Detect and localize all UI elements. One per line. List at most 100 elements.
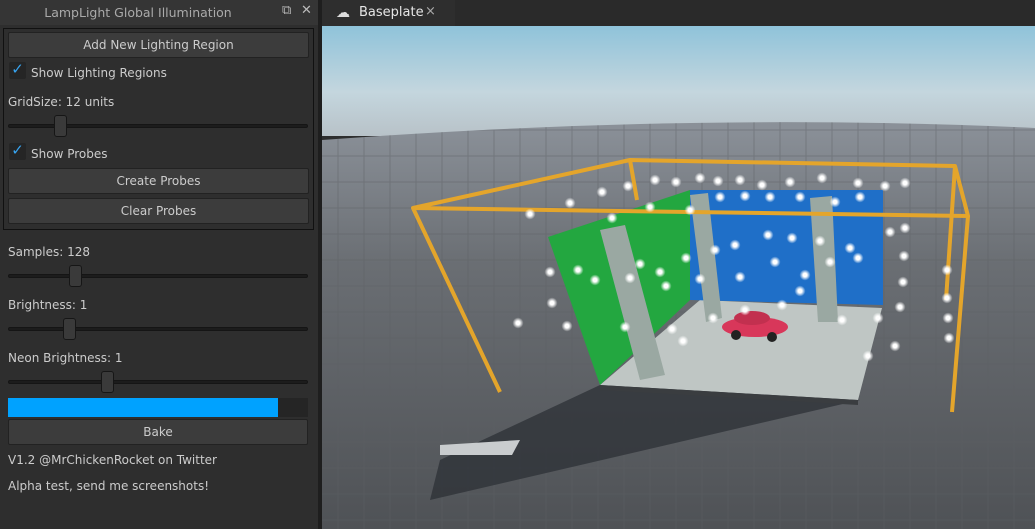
probe-dot: [734, 271, 746, 283]
gridsize-label: GridSize: 12 units: [8, 95, 115, 109]
probe-dot: [644, 201, 656, 213]
probe-dot: [879, 180, 891, 192]
samples-label: Samples: 128: [8, 245, 91, 259]
bake-button[interactable]: Bake: [8, 419, 308, 445]
add-lighting-region-button[interactable]: Add New Lighting Region: [8, 32, 309, 58]
probe-dot: [899, 222, 911, 234]
gridsize-slider[interactable]: [8, 115, 308, 137]
probe-dot: [712, 175, 724, 187]
slider-thumb[interactable]: [62, 318, 76, 340]
probe-dot: [606, 212, 618, 224]
probe-dot: [784, 176, 796, 188]
probe-dot: [814, 235, 826, 247]
progress-fill: [8, 398, 278, 417]
probe-dot: [941, 264, 953, 276]
close-icon[interactable]: ✕: [301, 3, 312, 18]
probe-dot: [707, 312, 719, 324]
probe-dot: [862, 350, 874, 362]
probe-dot: [769, 256, 781, 268]
probe-dot: [677, 335, 689, 347]
probe-dot: [544, 266, 556, 278]
probe-dot: [634, 258, 646, 270]
probe-dot: [739, 190, 751, 202]
probe-dot: [572, 264, 584, 276]
probe-dot: [524, 208, 536, 220]
show-probes-label: Show Probes: [31, 147, 108, 161]
samples-slider[interactable]: [8, 265, 308, 287]
probe-dot: [670, 176, 682, 188]
probe-dot: [799, 269, 811, 281]
probe-dot: [894, 301, 906, 313]
brightness-slider[interactable]: [8, 318, 308, 340]
cloud-icon: ☁: [336, 5, 350, 21]
probe-dot: [654, 266, 666, 278]
probe-dot: [709, 244, 721, 256]
probe-dot: [794, 285, 806, 297]
probe-dot: [714, 191, 726, 203]
create-probes-button[interactable]: Create Probes: [8, 168, 309, 194]
tab-bar: ☁ Baseplate ×: [322, 0, 1035, 26]
probe-dot: [619, 321, 631, 333]
probe-dot: [776, 299, 788, 311]
show-lighting-regions-checkbox[interactable]: ✓: [9, 62, 26, 79]
neon-brightness-label: Neon Brightness: 1: [8, 351, 123, 365]
sky: [322, 26, 1035, 136]
probe-dot: [852, 252, 864, 264]
probe-dot: [794, 191, 806, 203]
probe-dot: [734, 174, 746, 186]
probe-dot: [836, 314, 848, 326]
probe-dot: [943, 332, 955, 344]
bake-progress-bar: [8, 398, 308, 417]
probe-dot: [694, 172, 706, 184]
probe-dot: [756, 179, 768, 191]
probe-dot: [624, 272, 636, 284]
probe-dot: [889, 340, 901, 352]
tab-label: Baseplate: [359, 5, 424, 20]
probe-dot: [844, 242, 856, 254]
3d-viewport[interactable]: [322, 26, 1035, 529]
probe-dot: [941, 292, 953, 304]
panel-titlebar: LampLight Global Illumination ⧉ ✕: [0, 0, 318, 25]
probe-dot: [739, 304, 751, 316]
probe-dot: [660, 280, 672, 292]
probe-dot: [561, 320, 573, 332]
probe-dot: [899, 177, 911, 189]
probe-dot: [942, 312, 954, 324]
probe-dot: [829, 196, 841, 208]
probe-dot: [898, 250, 910, 262]
probe-dot: [786, 232, 798, 244]
probe-dot: [512, 317, 524, 329]
probe-dot: [854, 191, 866, 203]
probe-dot: [729, 239, 741, 251]
probe-dot: [564, 197, 576, 209]
slider-thumb[interactable]: [53, 115, 67, 137]
probe-dot: [666, 323, 678, 335]
probe-dot: [762, 229, 774, 241]
lamplight-plugin-panel: LampLight Global Illumination ⧉ ✕ Add Ne…: [0, 0, 318, 529]
show-probes-checkbox[interactable]: ✓: [9, 143, 26, 160]
probe-dot: [622, 180, 634, 192]
tab-close-icon[interactable]: ×: [425, 4, 436, 19]
region-group: Add New Lighting Region ✓ Show Lighting …: [3, 28, 314, 230]
neon-brightness-slider[interactable]: [8, 371, 308, 393]
probe-dot: [546, 297, 558, 309]
probe-dot: [649, 174, 661, 186]
undock-icon[interactable]: ⧉: [282, 3, 291, 18]
version-text: V1.2 @MrChickenRocket on Twitter: [8, 453, 217, 467]
clear-probes-button[interactable]: Clear Probes: [8, 198, 309, 224]
probe-dot: [852, 177, 864, 189]
probe-dot: [872, 312, 884, 324]
slider-thumb[interactable]: [68, 265, 82, 287]
probe-dot: [824, 256, 836, 268]
probe-dot: [816, 172, 828, 184]
panel-title: LampLight Global Illumination: [44, 5, 232, 20]
slider-thumb[interactable]: [101, 371, 115, 393]
brightness-label: Brightness: 1: [8, 298, 88, 312]
probe-dot: [897, 276, 909, 288]
probe-dot: [680, 252, 692, 264]
probe-dot: [694, 273, 706, 285]
alpha-text: Alpha test, send me screenshots!: [8, 479, 210, 493]
probe-dot: [884, 226, 896, 238]
tab-baseplate[interactable]: ☁ Baseplate ×: [322, 0, 455, 26]
show-lighting-regions-label: Show Lighting Regions: [31, 66, 167, 80]
